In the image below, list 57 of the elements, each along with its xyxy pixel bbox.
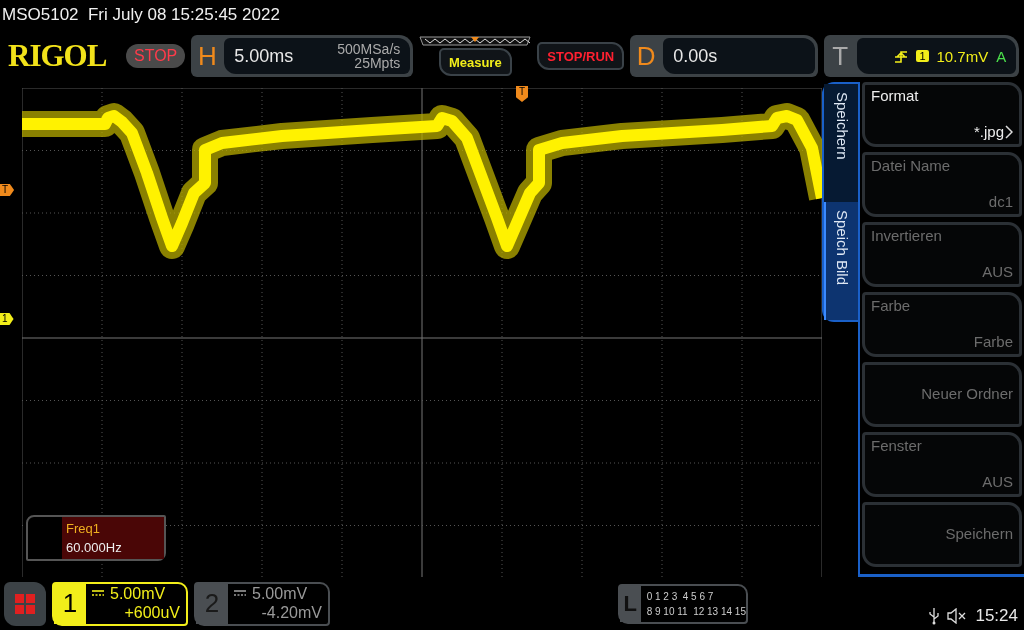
delay-panel[interactable]: D 0.00s [630, 35, 819, 77]
channel-scale: 5.00mV [252, 583, 308, 603]
menu-item-value: Neuer Ordner [921, 385, 1013, 402]
measure-button[interactable]: Measure [438, 48, 512, 76]
header-text: MSO5102 Fri July 08 15:25:45 2022 [1, 4, 281, 26]
speaker-muted-icon [947, 608, 968, 624]
menu-item-value: *.jpg [973, 123, 1004, 140]
dc-coupling-icon [92, 589, 104, 597]
delay-value: 0.00s [673, 45, 718, 67]
menu-item-label: Farbe [871, 297, 912, 314]
usb-icon [929, 607, 940, 625]
memory-depth: 25Mpts [354, 56, 401, 70]
channel-panel[interactable]: 1 5.00mV +600uV [52, 581, 188, 626]
menu-item-value: AUS [982, 473, 1013, 490]
trigger-level: 10.7mV [936, 47, 989, 65]
menu-item-value: dc1 [988, 193, 1013, 210]
channel-scale: 5.00mV [110, 583, 166, 603]
menu-item-value: Speichern [945, 525, 1013, 542]
timebase-value: 5.00ms [234, 45, 294, 67]
menu-item-label: Datei Name [871, 157, 952, 174]
dc-coupling-icon [234, 589, 246, 597]
menu-item-value: Farbe [973, 333, 1013, 350]
logic-channels: 0 1 2 3 4 5 6 7 [646, 589, 715, 604]
panel-letter: T [831, 40, 850, 72]
clock: 15:24 [975, 606, 1018, 626]
channel-badge: 1 [916, 50, 929, 62]
stop-run-button[interactable]: STOP/RUN [537, 42, 625, 70]
menu-item-label: Format [871, 87, 920, 104]
menu-item[interactable]: Format *.jpg [862, 82, 1022, 147]
rising-edge-icon [894, 49, 909, 63]
menu-tab[interactable]: Speich Bild [824, 202, 858, 320]
channel-number: 2 [196, 583, 228, 624]
channel-marker: 1 [0, 313, 14, 325]
channel-number: 1 [54, 583, 86, 624]
trigger-position-marker: T [516, 86, 528, 102]
measurement-value: 60.000Hz [66, 540, 123, 555]
grid-squares-icon [15, 593, 35, 614]
menu-item-value: AUS [982, 263, 1013, 280]
menu-item-label: Invertieren [871, 227, 943, 244]
logo: RIGOL [8, 38, 108, 74]
channel-offset: +600uV [124, 602, 180, 622]
channel-panel[interactable]: 2 5.00mV -4.20mV [194, 581, 330, 626]
trigger-mode: A [996, 47, 1007, 65]
panel-letter: D [635, 40, 657, 72]
trigger-level-marker: T [0, 184, 15, 196]
channel-offset: -4.20mV [261, 602, 322, 622]
logic-channels: 8 9 10 11 12 13 14 15 [646, 604, 746, 619]
timebase-panel[interactable]: H 5.00ms 500MSa/s 25Mpts [191, 35, 414, 77]
menu-tab[interactable]: Speichern [824, 84, 858, 202]
menu-item-label: Fenster [871, 437, 923, 454]
logic-letter: L [620, 585, 641, 622]
run-status: STOP [126, 44, 186, 68]
menu-button[interactable] [4, 581, 46, 626]
sample-rate: 500MSa/s [337, 42, 401, 56]
measurement-name: Freq1 [66, 521, 101, 536]
panel-letter: H [196, 40, 218, 72]
trigger-panel[interactable]: T 1 10.7mV A [824, 35, 1020, 77]
